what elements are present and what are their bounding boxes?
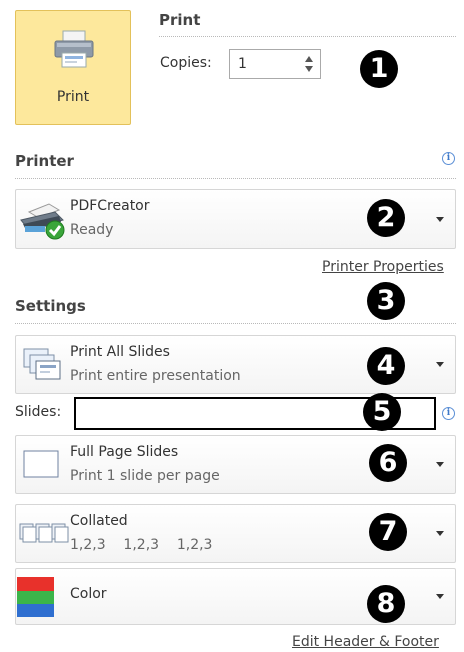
- copies-stepper[interactable]: 1: [229, 49, 321, 79]
- printer-icon: [53, 29, 95, 73]
- collated-pages-icon: [18, 521, 70, 549]
- layout-chevron-down-icon: [436, 462, 444, 467]
- printer-chevron-down-icon: [436, 217, 444, 222]
- copies-value: 1: [238, 56, 247, 72]
- copies-up-arrow-icon[interactable]: [305, 56, 313, 62]
- printer-name: PDFCreator: [70, 198, 150, 214]
- color-chevron-down-icon: [436, 594, 444, 599]
- settings-section-title: Settings: [15, 297, 86, 315]
- collation-main: Collated: [70, 513, 128, 529]
- printer-properties-link[interactable]: Printer Properties: [322, 259, 444, 275]
- collation-chevron-down-icon: [436, 531, 444, 536]
- callout-badge-8: 8: [367, 585, 405, 623]
- slides-range-chevron-down-icon: [436, 362, 444, 367]
- layout-main: Full Page Slides: [70, 444, 179, 460]
- layout-sub: Print 1 slide per page: [70, 468, 220, 484]
- callout-badge-6: 6: [369, 444, 407, 482]
- copies-label: Copies:: [160, 55, 212, 71]
- collation-sub: 1,2,3 1,2,3 1,2,3: [70, 537, 213, 553]
- callout-badge-4: 4: [367, 347, 405, 385]
- print-button-label: Print: [56, 89, 90, 105]
- printer-info-icon[interactable]: i: [442, 152, 455, 165]
- callout-badge-3: 3: [367, 282, 405, 320]
- color-swatch-icon: [17, 577, 54, 617]
- printer-status: Ready: [70, 222, 114, 238]
- callout-badge-7: 7: [369, 513, 407, 551]
- callout-badge-2: 2: [367, 199, 405, 237]
- callout-badge-1: 1: [360, 50, 398, 88]
- color-main: Color: [70, 586, 107, 602]
- printer-divider: [15, 178, 456, 179]
- edit-header-footer-link[interactable]: Edit Header & Footer: [292, 634, 439, 650]
- slides-label: Slides:: [15, 404, 62, 420]
- print-section-title: Print: [159, 11, 201, 29]
- print-divider: [159, 36, 456, 37]
- slides-info-icon[interactable]: i: [442, 407, 455, 420]
- print-button[interactable]: Print: [15, 10, 131, 125]
- callout-badge-5: 5: [363, 393, 401, 431]
- full-page-slide-icon: [23, 450, 61, 484]
- slides-stack-icon: [22, 347, 64, 387]
- copies-down-arrow-icon[interactable]: [305, 66, 313, 72]
- slides-range-sub: Print entire presentation: [70, 368, 241, 384]
- settings-divider: [15, 323, 456, 324]
- slides-range-main: Print All Slides: [70, 344, 170, 360]
- printer-section-title: Printer: [15, 152, 74, 170]
- printer-ready-icon: [19, 202, 67, 246]
